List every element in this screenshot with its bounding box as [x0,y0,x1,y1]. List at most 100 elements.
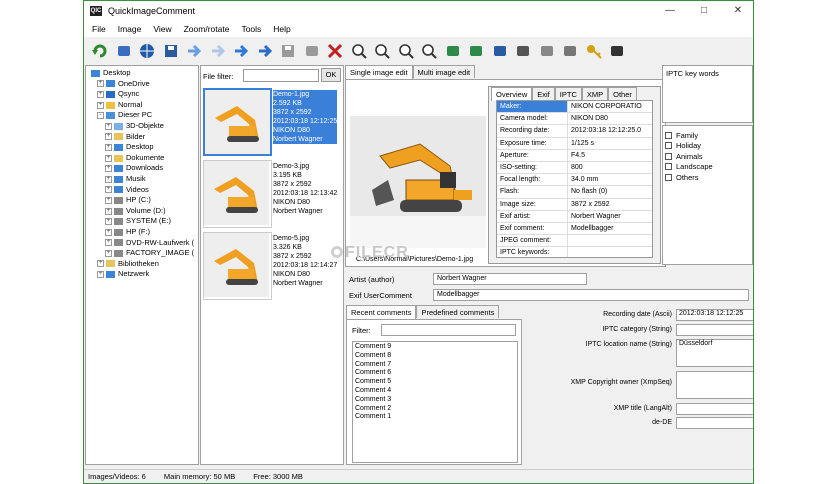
edit-icon[interactable] [560,41,580,61]
tree-node[interactable]: + Dokumente [86,153,198,164]
tree-node[interactable]: + Bilder [86,132,198,143]
overview-row[interactable]: Flash: No flash (0) [497,186,652,199]
keyword-checkbox[interactable]: Holiday [665,141,750,152]
checkbox-icon[interactable] [665,173,672,181]
tree-expand-icon[interactable]: + [105,186,112,194]
overview-row[interactable]: Exif artist: Norbert Wagner [497,210,652,223]
next-arrow-icon[interactable] [255,41,275,61]
zoom-100-icon[interactable] [419,41,439,61]
save-icon[interactable] [161,41,181,61]
keyword-checkbox[interactable]: Animals [665,151,750,162]
tag-icon[interactable] [537,41,557,61]
recent-comment-item[interactable]: Comment 3 [355,396,515,405]
refresh-icon[interactable] [90,41,110,61]
recent-comment-item[interactable]: Comment 1 [355,413,515,422]
file-filter-ok-button[interactable]: OK [321,68,341,82]
tab-exif[interactable]: Exif [532,87,555,100]
tab-recent-comments[interactable]: Recent comments [346,305,417,319]
property-input[interactable]: Düsseldorf [676,339,753,367]
tree-node[interactable]: + Desktop [86,142,198,153]
tree-node[interactable]: + Musik [86,174,198,185]
globe-icon[interactable] [137,41,157,61]
tab-other[interactable]: Other [608,87,637,100]
checkbox-icon[interactable] [665,142,672,150]
tree-expand-icon[interactable]: + [105,175,112,183]
overview-row[interactable]: Camera model: NIKON D80 [497,113,652,126]
checkbox-icon[interactable] [665,152,672,160]
tree-node[interactable]: +3D-Objekte [86,121,198,132]
tree-node[interactable]: + Qsync [86,89,198,100]
menu-view[interactable]: View [153,24,171,34]
file-filter-input[interactable] [243,69,319,82]
overview-row[interactable]: Focal length: 34.0 mm [497,174,652,187]
iptc-keywords-box[interactable]: IPTC key words [662,65,753,123]
minimize-icon[interactable]: — [653,1,687,21]
zoom-out-icon[interactable] [396,41,416,61]
thumbnail-image[interactable] [203,232,272,300]
tree-expand-icon[interactable]: + [97,260,104,268]
key-icon[interactable] [584,41,604,61]
overview-row[interactable]: Maker: NIKON CORPORATIO [497,101,652,114]
property-input[interactable] [676,371,753,399]
tree-expand-icon[interactable]: + [97,101,104,109]
overview-row[interactable]: Exposure time: 1/125 s [497,137,652,150]
recent-comment-item[interactable]: Comment 9 [355,343,515,352]
tree-expand-icon[interactable]: + [105,218,112,226]
tree-expand-icon[interactable]: + [105,122,112,130]
tree-expand-icon[interactable]: + [105,154,112,162]
circle-arrow-icon[interactable] [208,41,228,61]
keyword-checkbox[interactable]: Landscape [665,162,750,173]
menu-file[interactable]: File [92,24,106,34]
menu-image[interactable]: Image [118,24,142,34]
tab-iptc[interactable]: IPTC [554,87,582,100]
back-arrow-icon[interactable] [184,41,204,61]
thumbnail-image[interactable] [203,160,272,228]
menu-help[interactable]: Help [273,24,290,34]
checkbox-icon[interactable] [665,131,672,139]
thumbnail-item[interactable]: Demo-1.jpg 2.592 KB 3872 x 2592 2012:03:18 … [203,88,343,156]
thumbnail-image[interactable] [203,88,272,156]
thumbnail-item[interactable]: Demo-3.jpg 3.195 KB 3872 x 2592 2012:03:18 … [203,160,343,228]
property-input[interactable] [676,417,753,429]
tab-predefined-comments[interactable]: Predefined comments [416,305,500,318]
recent-comment-item[interactable]: Comment 4 [355,387,515,396]
tree-expand-icon[interactable]: + [105,228,112,236]
property-input[interactable] [676,403,753,415]
comment-filter-input[interactable] [381,324,516,336]
tree-expand-icon[interactable]: + [105,133,112,141]
folder-tree[interactable]: Desktop + OneDrive + Qsync + Normal - Dieser PC +… [85,65,199,465]
save-copy-icon[interactable] [278,41,298,61]
zoom-fit-icon[interactable] [349,41,369,61]
recent-comment-item[interactable]: Comment 7 [355,361,515,370]
binoculars-icon[interactable] [607,41,627,61]
abc-icon[interactable] [114,41,134,61]
overview-row[interactable]: ISO-setting: 800 [497,161,652,175]
maximize-icon[interactable]: □ [687,1,721,21]
tree-node[interactable]: Desktop [86,68,198,79]
close-icon[interactable]: ✕ [721,1,753,21]
menu-tools[interactable]: Tools [241,24,261,34]
tree-expand-icon[interactable]: + [105,249,112,257]
recent-comments-list[interactable]: Comment 9 Comment 8 Comment 7 Comment 6 Comm… [352,341,518,463]
tab-overview[interactable]: Overview [491,87,533,101]
rotate-right-icon[interactable] [466,41,486,61]
recent-comment-item[interactable]: Comment 2 [355,405,515,414]
tree-expand-icon[interactable]: + [105,207,112,215]
wrench-icon[interactable] [513,41,533,61]
tree-expand-icon[interactable]: + [105,165,112,173]
overview-row[interactable]: Image size: 3872 x 2592 [497,198,652,211]
checkbox-icon[interactable] [665,163,672,171]
tree-node[interactable]: + SYSTEM (E:) [86,216,198,227]
tree-node[interactable]: + Netzwerk [86,269,198,280]
tree-node[interactable]: + HP (F:) [86,227,198,238]
recent-comment-item[interactable]: Comment 8 [355,352,515,361]
tree-node[interactable]: + Bibliotheken [86,259,198,270]
artist-input[interactable]: Norbert Wagner [433,273,587,285]
delete-x-icon[interactable] [325,41,345,61]
overview-row[interactable]: Aperture: F4.5 [497,149,652,162]
menu-zoom-rotate[interactable]: Zoom/rotate [184,24,230,34]
recent-comment-item[interactable]: Comment 6 [355,369,515,378]
tree-node[interactable]: + Normal [86,100,198,111]
tab-xmp[interactable]: XMP [581,87,609,100]
tree-expand-icon[interactable]: - [97,112,104,120]
